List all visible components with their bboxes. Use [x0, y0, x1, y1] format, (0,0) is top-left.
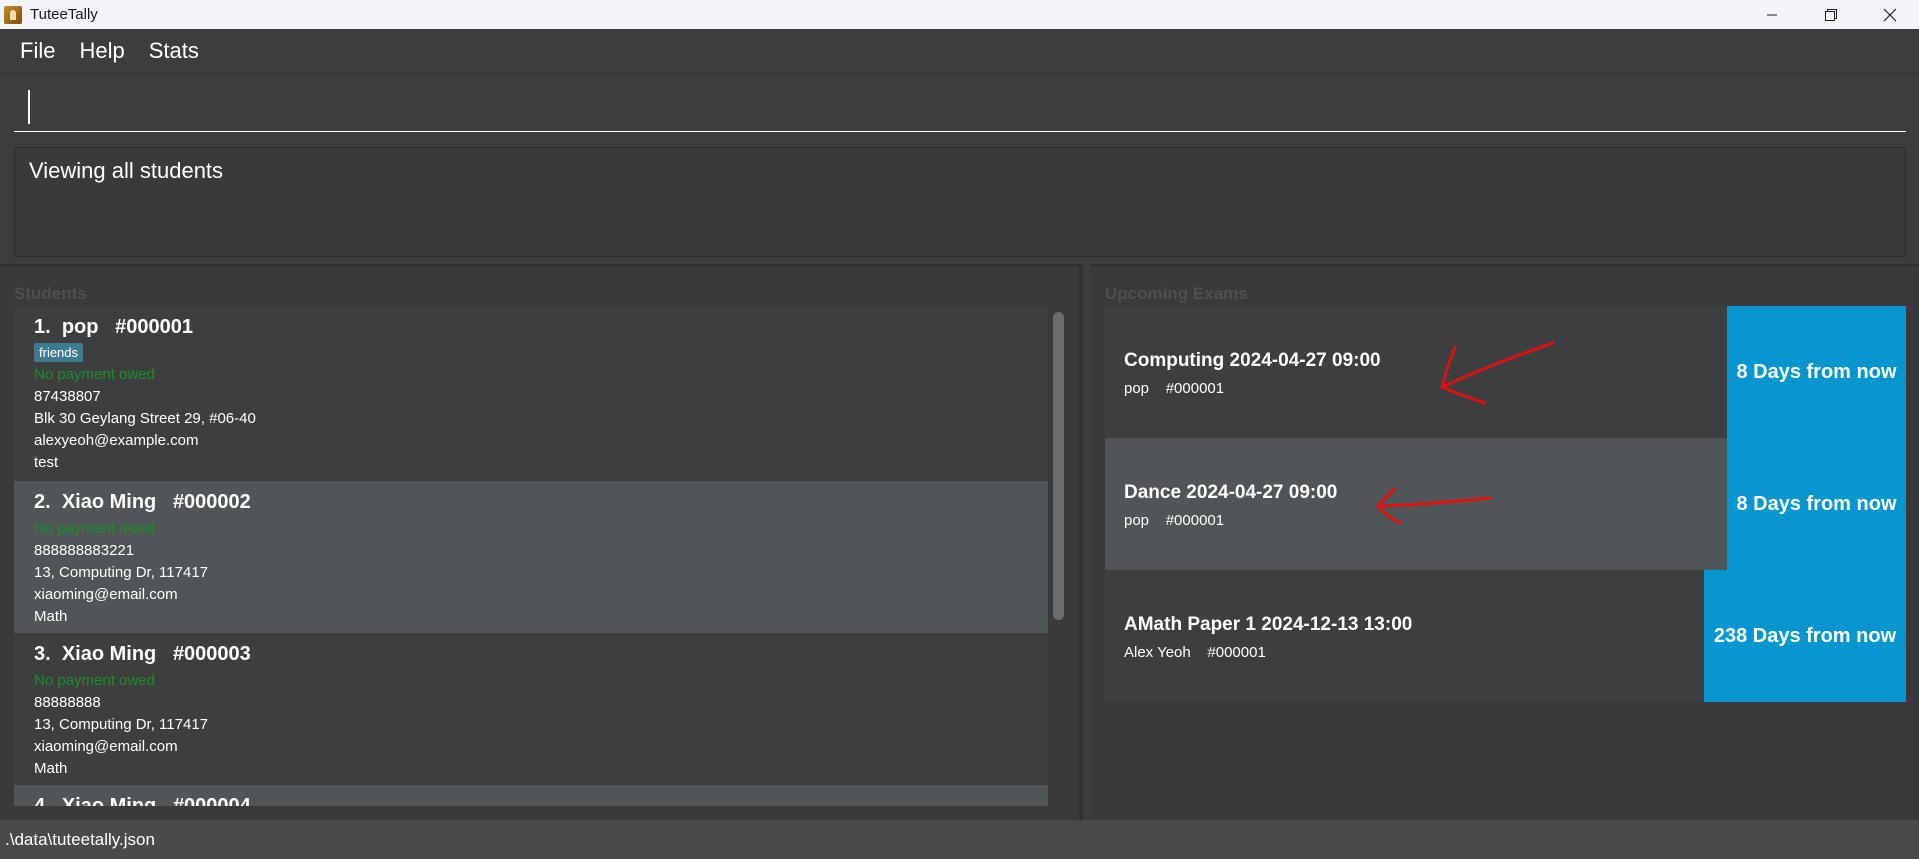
student-payment: No payment owed: [34, 366, 155, 383]
window-controls: [1742, 0, 1919, 29]
student-index: 3.: [34, 643, 51, 665]
student-index: 2.: [34, 491, 51, 513]
student-phone: 87438807: [34, 388, 101, 405]
exam-student-id: #000001: [1165, 380, 1225, 397]
student-id: #000003: [172, 643, 251, 665]
menu-stats[interactable]: Stats: [137, 38, 211, 64]
exam-student-name: Alex Yeoh: [1124, 644, 1191, 661]
student-phone: 888888883221: [34, 542, 135, 559]
exam-card[interactable]: Dance 2024-04-27 09:00 pop #000001 8 Day…: [1105, 438, 1906, 570]
student-email: xiaoming@email.com: [34, 586, 178, 603]
status-bar: .\data\tuteetally.json: [0, 820, 1919, 859]
student-subject: test: [34, 454, 59, 471]
student-index: 4.: [34, 795, 51, 806]
command-input[interactable]: [14, 80, 1906, 132]
menu-help[interactable]: Help: [67, 38, 136, 64]
student-subject: Math: [34, 608, 68, 625]
student-name: Xiao Ming: [61, 795, 157, 806]
data-file-path: .\data\tuteetally.json: [5, 829, 155, 849]
student-tag: friends: [34, 343, 84, 362]
exam-student: pop #000001: [1124, 380, 1224, 397]
students-panel-title: Students: [14, 284, 87, 303]
result-display: Viewing all students: [14, 147, 1906, 257]
student-address: 13, Computing Dr, 117417: [34, 564, 209, 581]
student-name: Xiao Ming: [61, 643, 157, 665]
text-caret: [28, 90, 30, 124]
exam-days-badge: 8 Days from now: [1727, 306, 1906, 438]
exam-title: AMath Paper 1 2024-12-13 13:00: [1124, 614, 1413, 635]
exam-student-id: #000001: [1207, 644, 1266, 661]
menu-bar: File Help Stats: [0, 29, 1919, 74]
scrollbar-thumb[interactable]: [1053, 312, 1064, 620]
exam-days-badge: 8 Days from now: [1727, 438, 1906, 570]
close-icon: [1883, 8, 1896, 21]
annotation-arrow-icon: [1440, 341, 1555, 405]
exam-student: pop #000001: [1124, 512, 1224, 529]
title-bar: TuteeTally: [0, 0, 1919, 29]
restore-button[interactable]: [1801, 0, 1860, 29]
student-index: 1.: [34, 316, 51, 338]
student-id: #000002: [172, 491, 251, 513]
exam-student-id: #000001: [1165, 512, 1225, 529]
exam-title: Computing 2024-04-27 09:00: [1124, 350, 1381, 371]
student-card[interactable]: 1. pop #000001 friends No payment owed 8…: [14, 306, 1048, 481]
student-email: xiaoming@email.com: [34, 738, 178, 755]
student-payment: No payment owed: [34, 672, 155, 689]
exam-days-badge: 238 Days from now: [1704, 570, 1906, 702]
student-id: #000001: [115, 316, 194, 338]
student-email: alexyeoh@example.com: [34, 432, 199, 449]
student-header: 3. Xiao Ming #000003: [34, 643, 1048, 666]
exam-student-name: pop: [1124, 512, 1150, 529]
close-button[interactable]: [1860, 0, 1919, 29]
student-subject: Math: [34, 760, 68, 777]
student-card[interactable]: 4. Xiao Ming #000004: [14, 785, 1048, 806]
student-phone: 88888888: [34, 694, 101, 711]
exam-title: Dance 2024-04-27 09:00: [1124, 482, 1338, 503]
student-header: 4. Xiao Ming #000004: [34, 795, 1048, 806]
exams-panel-title: Upcoming Exams: [1105, 284, 1248, 303]
student-payment: No payment owed: [34, 520, 155, 537]
result-text: Viewing all students: [29, 158, 224, 183]
student-card[interactable]: 3. Xiao Ming #000003 No payment owed 888…: [14, 633, 1048, 785]
exam-student: Alex Yeoh #000001: [1124, 644, 1266, 661]
student-name: pop: [61, 316, 99, 338]
exam-card[interactable]: AMath Paper 1 2024-12-13 13:00 Alex Yeoh…: [1105, 570, 1906, 702]
student-name: Xiao Ming: [61, 491, 157, 513]
app-logo-icon: [4, 5, 22, 24]
annotation-arrow-icon: [1376, 487, 1492, 525]
minimize-button[interactable]: [1742, 0, 1801, 29]
student-list[interactable]: 1. pop #000001 friends No payment owed 8…: [14, 306, 1048, 806]
student-header: 1. pop #000001: [34, 316, 1048, 339]
restore-icon: [1824, 8, 1837, 21]
window-title: TuteeTally: [30, 6, 98, 23]
student-card[interactable]: 2. Xiao Ming #000002 No payment owed 888…: [14, 481, 1048, 633]
exam-student-name: pop: [1124, 380, 1150, 397]
student-list-scrollbar[interactable]: [1051, 310, 1065, 806]
menu-file[interactable]: File: [8, 38, 67, 64]
student-address: 13, Computing Dr, 117417: [34, 716, 209, 733]
student-id: #000004: [172, 795, 251, 806]
student-address: Blk 30 Geylang Street 29, #06-40: [34, 410, 256, 427]
student-header: 2. Xiao Ming #000002: [34, 491, 1048, 514]
minimize-icon: [1766, 14, 1777, 15]
